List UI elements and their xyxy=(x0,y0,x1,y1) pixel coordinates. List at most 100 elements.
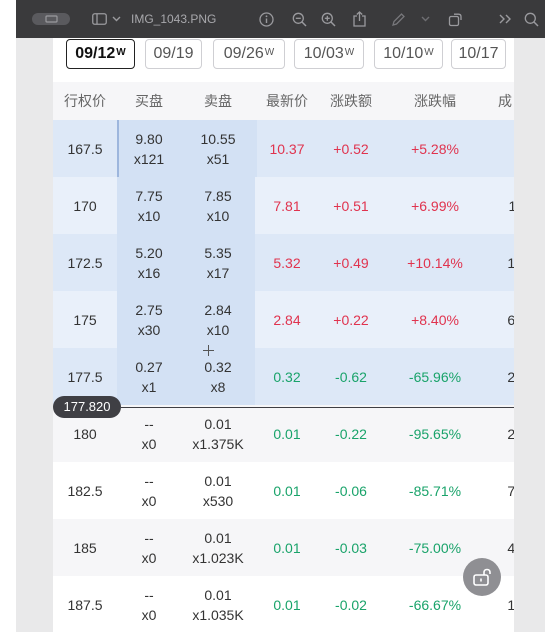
last-price-cell: 0.01 xyxy=(255,462,319,519)
change-percent-cell-value: -66.67% xyxy=(408,596,462,613)
info-icon[interactable] xyxy=(257,0,275,38)
change-cell-value: -0.22 xyxy=(335,425,367,442)
ask-cell-value: 0.01 xyxy=(204,415,232,432)
strike-price-cell-value: 167.5 xyxy=(67,140,103,157)
expiry-date-button[interactable]: 09/12 W xyxy=(66,39,135,69)
volume-cell-value: 45 xyxy=(507,539,514,556)
ask-cell-size: x51 xyxy=(206,150,230,167)
last-price-cell: 5.32 xyxy=(255,234,319,291)
ask-cell: 0.01 x530 xyxy=(181,462,255,519)
strike-price-cell-value: 177.5 xyxy=(67,368,103,385)
last-price-cell-value: 0.01 xyxy=(273,482,301,499)
ask-cell-value: 2.84 xyxy=(204,301,232,318)
share-icon[interactable] xyxy=(350,0,368,38)
unlock-button[interactable] xyxy=(463,558,501,596)
bid-cell-value: -- xyxy=(144,472,154,489)
rotate-icon[interactable] xyxy=(446,0,464,38)
volume-cell: 26 xyxy=(487,348,514,405)
strike-price-cell-value: 175 xyxy=(73,311,97,328)
bid-cell: -- x0 xyxy=(117,462,181,519)
expiry-date-button[interactable]: 10/10 W xyxy=(374,39,443,69)
column-header: 卖盘 xyxy=(204,93,232,109)
table-row[interactable]: 187.5 -- x0 0.01 x1.035K 0.01 -0.02 -66.67% 14 xyxy=(53,576,514,632)
change-cell-value: -0.06 xyxy=(335,482,367,499)
volume-cell: 12 xyxy=(487,234,514,291)
table-row[interactable]: 180 -- x0 0.01 x1.375K 0.01 -0.22 -95.65% 23 xyxy=(53,405,514,462)
bid-cell-size: x0 xyxy=(141,435,157,452)
bid-cell-size: x1 xyxy=(141,378,157,395)
ask-cell-value: 0.01 xyxy=(204,529,232,546)
expiry-date-button[interactable]: 10/03 W xyxy=(294,39,364,69)
change-percent-cell-value: +10.14% xyxy=(407,254,463,271)
more-icon[interactable] xyxy=(496,0,514,38)
expiry-date-button[interactable]: 10/17 xyxy=(451,39,506,69)
bid-cell-size: x30 xyxy=(137,321,161,338)
strike-price-cell-value: 182.5 xyxy=(67,482,103,499)
bid-cell-value: -- xyxy=(144,529,154,546)
last-price-cell: 2.84 xyxy=(255,291,319,348)
search-icon[interactable] xyxy=(522,0,540,38)
expiry-date-label: 10/17 xyxy=(458,45,499,62)
unlock-icon xyxy=(473,568,491,586)
change-cell: -0.03 xyxy=(319,519,383,576)
sidebar-toggle-icon[interactable] xyxy=(30,0,72,38)
expiry-date-bar: 09/12 W 09/19 09/26 W 10/03 W 10/10 W 10/17 xyxy=(53,38,514,82)
last-price-cell-value: 2.84 xyxy=(273,311,301,328)
weekly-marker: W xyxy=(424,46,434,58)
bid-cell: 0.27 x1 xyxy=(117,348,181,405)
expiry-date-label: 10/10 xyxy=(383,45,424,62)
chevron-down-icon[interactable] xyxy=(110,0,122,38)
change-percent-cell-value: -65.96% xyxy=(408,368,462,385)
preview-window: IMG_1043.PNG 09/12 W 09/19 09/26 W 10/03 W xyxy=(16,0,545,632)
bid-cell-value: 7.75 xyxy=(135,187,163,204)
table-row[interactable]: 177.5 0.27 x1 0.32 x8 0.32 -0.62 -65.96% 26 xyxy=(53,348,514,405)
expiry-date-label: 10/03 xyxy=(303,45,344,62)
change-cell-value: +0.51 xyxy=(333,197,369,214)
last-price-cell: 0.01 xyxy=(255,576,319,632)
ask-cell-size: x10 xyxy=(206,207,230,224)
ask-cell-value: 0.01 xyxy=(204,586,232,603)
volume-cell: 23 xyxy=(487,405,514,462)
bid-cell-size: x10 xyxy=(137,207,161,224)
change-cell-value: +0.52 xyxy=(333,140,369,157)
ask-cell-size: x17 xyxy=(206,264,230,281)
column-header: 涨跌额 xyxy=(330,93,372,109)
ask-cell-size: x530 xyxy=(202,492,234,509)
change-cell: +0.22 xyxy=(319,291,383,348)
bid-cell: -- x0 xyxy=(117,405,181,462)
expiry-date-button[interactable]: 09/26 W xyxy=(213,39,285,69)
table-row[interactable]: 185 -- x0 0.01 x1.023K 0.01 -0.03 -75.00% 45 xyxy=(53,519,514,576)
volume-cell-value: 14 xyxy=(507,596,514,613)
change-percent-cell-value: +5.28% xyxy=(411,140,459,157)
ask-cell-size: x1.035K xyxy=(192,606,244,623)
table-row[interactable]: 172.5 5.20 x16 5.35 x17 5.32 +0.49 +10.14% 12 xyxy=(53,234,514,291)
change-cell: +0.49 xyxy=(319,234,383,291)
volume-cell: 11 xyxy=(487,177,514,234)
zoom-in-icon[interactable] xyxy=(319,0,337,38)
column-header: 涨跌幅 xyxy=(414,93,456,109)
column-header: 最新价 xyxy=(266,93,308,109)
table-row[interactable]: 167.5 9.80 x121 10.55 x51 10.37 +0.52 +5.28% 2 xyxy=(53,120,514,177)
table-row[interactable]: 182.5 -- x0 0.01 x530 0.01 -0.06 -85.71% 70 xyxy=(53,462,514,519)
expiry-date-label: 09/19 xyxy=(153,45,194,62)
chevron-down-icon[interactable] xyxy=(419,0,431,38)
volume-cell: 69 xyxy=(487,291,514,348)
table-row[interactable]: 170 7.75 x10 7.85 x10 7.81 +0.51 +6.99% 11 xyxy=(53,177,514,234)
table-row[interactable]: 175 2.75 x30 2.84 x10 2.84 +0.22 +8.40% 69 xyxy=(53,291,514,348)
last-price-cell-value: 7.81 xyxy=(273,197,301,214)
ask-cell: 5.35 x17 xyxy=(181,234,255,291)
bid-cell-size: x0 xyxy=(141,606,157,623)
last-price-cell: 10.37 xyxy=(255,120,319,177)
sidebar-icon[interactable] xyxy=(90,0,108,38)
markup-pen-icon[interactable] xyxy=(389,0,407,38)
change-percent-cell: -65.96% xyxy=(383,348,487,405)
change-percent-cell: +5.28% xyxy=(383,120,487,177)
zoom-out-icon[interactable] xyxy=(290,0,308,38)
strike-price-cell: 167.5 xyxy=(53,120,117,177)
column-header: 行权价 xyxy=(64,93,106,109)
table-header: 行权价 买盘 卖盘 最新价 涨跌额 涨跌幅 成 xyxy=(53,82,514,121)
strike-price-cell: 187.5 xyxy=(53,576,117,632)
change-cell-value: -0.62 xyxy=(335,368,367,385)
expiry-date-button[interactable]: 09/19 xyxy=(145,39,202,69)
column-header: 买盘 xyxy=(135,93,163,109)
